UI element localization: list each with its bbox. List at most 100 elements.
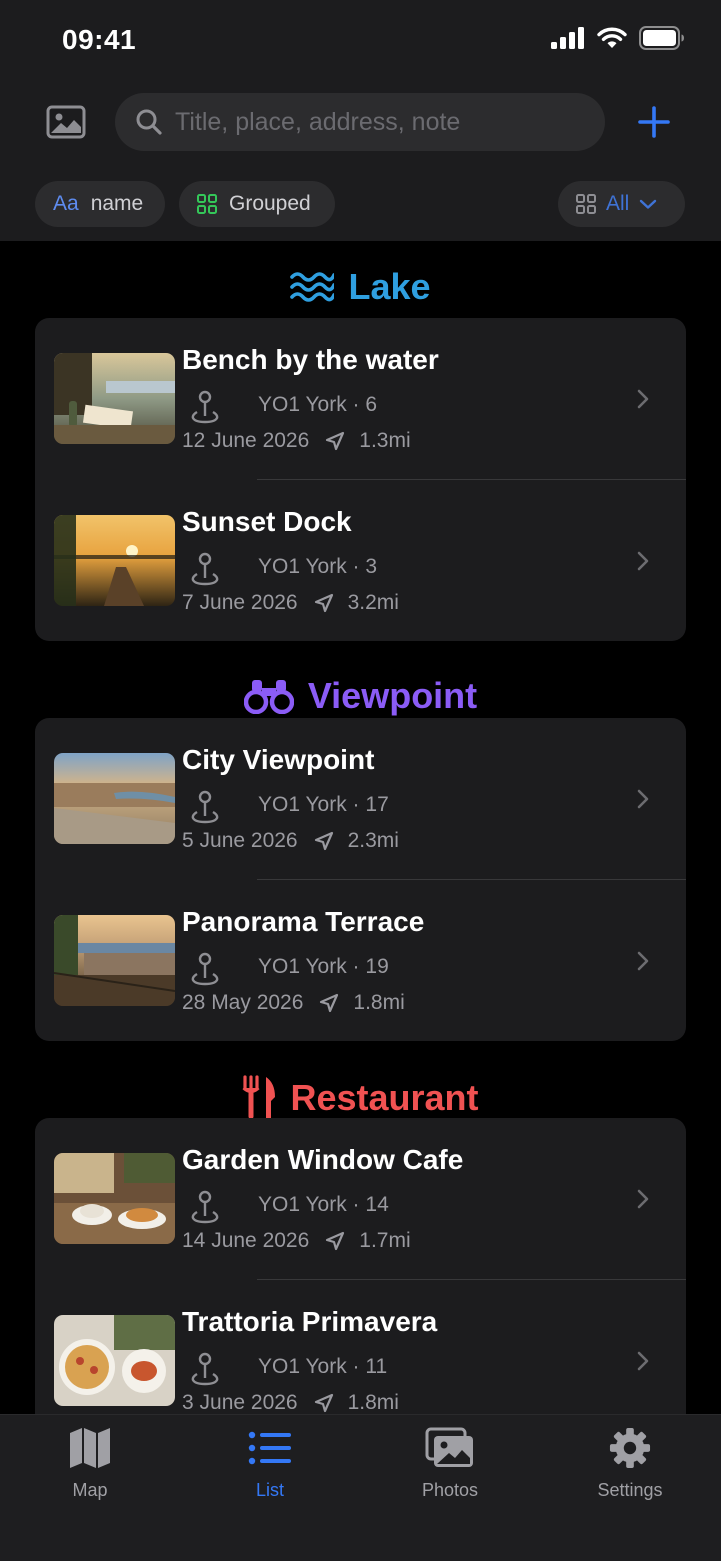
place-address: YO1 York · 17: [258, 793, 389, 816]
pin-icon: [191, 952, 219, 986]
section-title: Lake: [348, 266, 431, 307]
waves-icon: [290, 272, 335, 302]
grid-icon: [197, 194, 217, 214]
location-arrow-icon: [326, 431, 345, 451]
place-distance: 3.2mi: [347, 591, 399, 614]
chevron-right-icon: [637, 1189, 649, 1209]
place-distance: 1.3mi: [359, 429, 411, 452]
search-field[interactable]: Title, place, address, note: [115, 93, 605, 151]
place-title: Garden Window Cafe: [182, 1144, 464, 1175]
place-date: 14 June 2026: [182, 1229, 310, 1252]
section-title: Restaurant: [290, 1077, 479, 1118]
place-address: YO1 York · 11: [258, 1355, 388, 1378]
chevron-right-icon: [637, 551, 649, 571]
category-grid-icon: [576, 194, 596, 214]
section-card-lake: Bench by the water YO1 York · 6 12 June …: [35, 318, 686, 641]
section-card-viewpoint: City Viewpoint YO1 York · 17 5 June 2026…: [35, 718, 686, 1041]
cellular-signal-icon: [551, 27, 584, 49]
list-icon: [248, 1431, 291, 1465]
location-arrow-icon: [326, 1231, 345, 1251]
sort-chip[interactable]: Aa name: [35, 181, 165, 227]
photo-toggle-icon[interactable]: [46, 104, 86, 140]
add-icon[interactable]: [636, 104, 672, 140]
list-item[interactable]: Panorama Terrace YO1 York · 19 28 May 20…: [35, 880, 686, 1041]
place-address: YO1 York · 19: [258, 955, 389, 978]
category-filter-chip[interactable]: All: [558, 181, 685, 227]
chevron-right-icon: [637, 389, 649, 409]
pin-icon: [191, 1352, 219, 1386]
place-thumbnail: [54, 915, 175, 1006]
pin-icon: [191, 1190, 219, 1224]
place-date-distance: 12 June 2026 1.3mi: [182, 429, 411, 453]
gear-icon: [609, 1427, 651, 1469]
place-distance: 2.3mi: [347, 829, 399, 852]
place-distance: 1.8mi: [353, 991, 405, 1014]
list-item[interactable]: Bench by the water YO1 York · 6 12 June …: [35, 318, 686, 480]
place-date: 3 June 2026: [182, 1391, 298, 1414]
place-thumbnail: [54, 1315, 175, 1406]
tab-label: Photos: [421, 1480, 479, 1500]
location-arrow-icon: [314, 593, 333, 613]
place-date-distance: 14 June 2026 1.7mi: [182, 1229, 411, 1253]
chevron-right-icon: [637, 1351, 649, 1371]
place-date: 12 June 2026: [182, 429, 310, 452]
tab-label: Settings: [597, 1480, 663, 1500]
place-address: YO1 York · 3: [258, 555, 378, 578]
group-chip[interactable]: Grouped: [179, 181, 335, 227]
chevron-right-icon: [637, 789, 649, 809]
text-sort-icon: Aa: [53, 192, 79, 215]
sort-chip-label: name: [90, 192, 144, 215]
place-thumbnail: [54, 753, 175, 844]
place-date: 5 June 2026: [182, 829, 298, 852]
photos-icon: [425, 1427, 473, 1467]
binoculars-icon: [243, 680, 294, 714]
section-header-lake: Lake: [0, 266, 721, 308]
fork-knife-icon: [242, 1075, 276, 1119]
place-date-distance: 7 June 2026 3.2mi: [182, 591, 399, 615]
status-icons: [551, 26, 685, 50]
place-title: Sunset Dock: [182, 506, 352, 537]
place-distance: 1.7mi: [359, 1229, 411, 1252]
place-thumbnail: [54, 515, 175, 606]
section-header-viewpoint: Viewpoint: [0, 675, 721, 717]
location-arrow-icon: [314, 1393, 333, 1413]
place-title: City Viewpoint: [182, 744, 375, 775]
search-placeholder: Title, place, address, note: [175, 107, 461, 136]
place-date-distance: 5 June 2026 2.3mi: [182, 829, 399, 853]
search-icon: [136, 109, 162, 135]
top-bar: 09:41 Title, place, address, note Aa nam…: [0, 0, 721, 241]
list-item[interactable]: Garden Window Cafe YO1 York · 14 14 June…: [35, 1118, 686, 1280]
place-date: 28 May 2026: [182, 991, 304, 1014]
section-card-restaurant: Garden Window Cafe YO1 York · 14 14 June…: [35, 1118, 686, 1441]
place-date-distance: 28 May 2026 1.8mi: [182, 991, 405, 1015]
place-distance: 1.8mi: [347, 1391, 399, 1414]
pin-icon: [191, 390, 219, 424]
category-chip-label: All: [606, 192, 630, 215]
pin-icon: [191, 552, 219, 586]
tab-settings[interactable]: Settings: [540, 1427, 720, 1501]
tab-list[interactable]: List: [180, 1427, 360, 1501]
place-thumbnail: [54, 1153, 175, 1244]
battery-icon: [639, 26, 684, 50]
place-title: Bench by the water: [182, 344, 439, 375]
chevron-down-icon: [640, 199, 657, 209]
tab-bar: Map List Photos Settings: [0, 1414, 721, 1561]
map-icon: [70, 1428, 110, 1468]
list-item[interactable]: Sunset Dock YO1 York · 3 7 June 2026 3.2…: [35, 480, 686, 641]
tab-label: Map: [72, 1480, 108, 1500]
pin-icon: [191, 790, 219, 824]
wifi-icon: [597, 27, 627, 48]
chevron-right-icon: [637, 951, 649, 971]
tab-photos[interactable]: Photos: [360, 1427, 540, 1501]
place-address: YO1 York · 14: [258, 1193, 389, 1216]
group-chip-label: Grouped: [229, 192, 311, 215]
list-item[interactable]: City Viewpoint YO1 York · 17 5 June 2026…: [35, 718, 686, 880]
section-title: Viewpoint: [307, 675, 478, 716]
tab-label: List: [255, 1480, 284, 1500]
place-address: YO1 York · 6: [258, 393, 378, 416]
location-arrow-icon: [320, 993, 339, 1013]
location-arrow-icon: [314, 831, 333, 851]
status-time: 09:41: [62, 24, 137, 55]
tab-map[interactable]: Map: [0, 1427, 180, 1501]
place-title: Panorama Terrace: [182, 906, 425, 937]
